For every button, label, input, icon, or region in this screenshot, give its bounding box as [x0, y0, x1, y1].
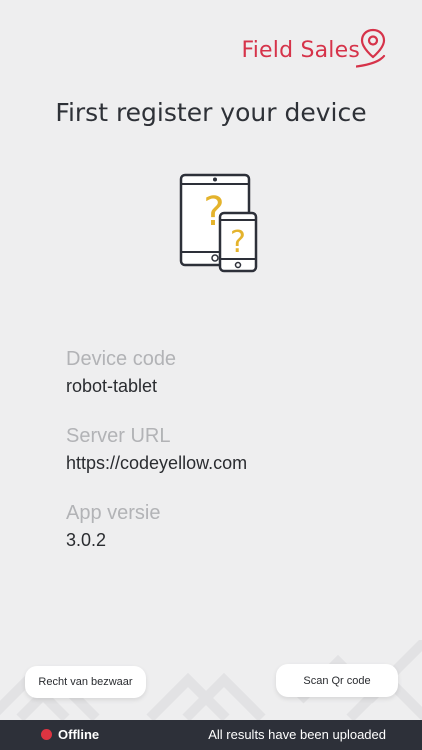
server-url-section: Server URL https://codeyellow.com — [66, 425, 247, 474]
device-code-label: Device code — [66, 348, 177, 370]
server-url-value: https://codeyellow.com — [66, 453, 248, 473]
app-version-section: App versie 3.0.2 — [66, 502, 161, 551]
app-logo: Field Sales — [241, 28, 390, 68]
scan-qr-button[interactable]: Scan Qr code — [276, 664, 398, 697]
device-code-section: Device code robot-tablet — [66, 348, 176, 397]
device-code-value: robot-tablet — [66, 376, 158, 396]
offline-dot-icon — [41, 729, 52, 740]
logo-text: Field Sales — [241, 37, 360, 63]
devices-question-icon: ? ? — [179, 173, 258, 273]
server-url-label: Server URL — [66, 425, 171, 447]
connection-status: Offline — [58, 727, 100, 742]
page-title: First register your device — [55, 98, 367, 127]
app-version-value: 3.0.2 — [66, 530, 107, 550]
objection-button[interactable]: Recht van bezwaar — [25, 666, 146, 698]
location-pin-icon — [356, 28, 386, 68]
upload-status-message: All results have been uploaded — [208, 727, 386, 742]
app-version-label: App versie — [66, 502, 161, 524]
status-bar: Offline All results have been uploaded — [0, 720, 422, 750]
svg-text:?: ? — [230, 225, 246, 260]
